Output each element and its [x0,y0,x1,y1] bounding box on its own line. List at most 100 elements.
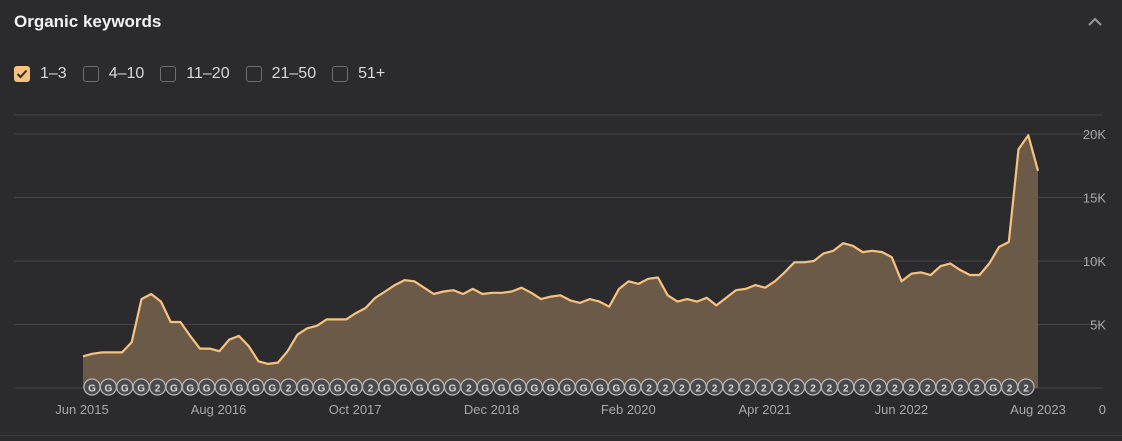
svg-text:2: 2 [892,384,898,395]
update-marker[interactable]: 2 [673,378,691,396]
svg-text:2: 2 [810,384,816,395]
svg-text:2: 2 [155,384,161,395]
update-marker[interactable]: G [132,378,150,396]
update-marker[interactable]: G [525,378,544,396]
x-tick-label: Jun 2015 [55,402,109,417]
y-tick-label: 5K [1090,318,1106,333]
svg-text:2: 2 [712,384,718,395]
update-marker[interactable]: G [558,378,576,396]
x-tick-label: Aug 2016 [191,402,247,417]
update-marker[interactable]: G [247,378,265,396]
svg-text:G: G [186,384,194,395]
svg-text:G: G [416,384,424,395]
update-marker[interactable]: 2 [640,378,658,396]
organic-keywords-chart[interactable]: GGGG2GGGGGGG2GGGG2GGGGG2GGGGGGGGGG222222… [0,0,1122,441]
svg-text:2: 2 [859,384,865,395]
update-marker[interactable]: G [99,378,117,396]
svg-text:G: G [596,384,604,395]
update-marker[interactable]: 2 [886,378,904,396]
update-marker[interactable]: G [230,378,249,396]
svg-text:2: 2 [958,384,964,395]
update-marker[interactable]: 2 [148,378,167,396]
update-marker[interactable]: G [427,378,445,396]
update-marker[interactable]: 2 [968,378,986,396]
update-marker[interactable]: 2 [820,378,838,396]
update-marker[interactable]: G [574,378,593,396]
svg-text:G: G [301,384,309,395]
update-marker[interactable]: G [378,378,396,396]
svg-text:G: G [203,384,211,395]
svg-text:G: G [481,384,489,395]
svg-text:G: G [104,384,112,395]
update-marker[interactable]: 2 [689,378,707,396]
update-marker[interactable]: 2 [951,378,970,396]
update-marker[interactable]: G [116,378,134,396]
svg-text:2: 2 [876,384,882,395]
update-marker[interactable]: 2 [787,378,806,396]
svg-text:G: G [514,384,522,395]
update-marker[interactable]: 2 [738,378,757,396]
update-marker[interactable]: 2 [869,378,888,396]
update-marker[interactable]: 2 [361,378,380,396]
svg-text:G: G [383,384,391,395]
update-marker[interactable]: 2 [771,378,789,396]
update-marker[interactable]: G [394,378,412,396]
svg-text:2: 2 [794,384,800,395]
x-tick-label: Feb 2020 [601,402,656,417]
update-marker[interactable]: G [198,378,216,396]
svg-text:G: G [268,384,276,395]
svg-text:G: G [88,384,96,395]
svg-text:G: G [629,384,637,395]
update-marker[interactable]: 2 [460,378,478,396]
update-marker[interactable]: 2 [656,378,675,396]
svg-text:2: 2 [728,384,734,395]
update-marker[interactable]: 2 [837,378,855,396]
y-tick-label: 15K [1083,191,1106,206]
update-marker[interactable]: G [263,378,281,396]
x-tick-label: Dec 2018 [464,402,520,417]
update-marker[interactable]: G [493,378,511,396]
update-marker[interactable]: 2 [1017,378,1035,396]
update-marker[interactable]: G [509,378,527,396]
update-marker[interactable]: G [542,378,560,396]
svg-text:2: 2 [695,384,701,395]
svg-text:2: 2 [646,384,652,395]
update-marker[interactable]: G [165,378,183,396]
update-marker[interactable]: G [607,378,625,396]
y-tick-label: 10K [1083,254,1106,269]
svg-text:2: 2 [663,384,669,395]
divider [0,435,1122,436]
update-marker[interactable]: G [443,378,462,396]
update-marker[interactable]: G [345,378,363,396]
update-marker[interactable]: 2 [853,378,871,396]
update-marker[interactable]: 2 [706,378,724,396]
update-marker[interactable]: G [591,378,609,396]
svg-text:G: G [350,384,358,395]
svg-text:2: 2 [925,384,931,395]
update-marker[interactable]: G [83,378,101,396]
update-marker[interactable]: 2 [1001,378,1019,396]
update-marker[interactable]: G [329,378,347,396]
update-marker[interactable]: G [181,378,199,396]
update-marker[interactable]: 2 [722,378,740,396]
update-marker[interactable]: G [624,378,642,396]
x-tick-label: Oct 2017 [329,402,382,417]
update-marker[interactable]: 2 [804,378,822,396]
update-marker[interactable]: 2 [935,378,953,396]
svg-text:2: 2 [1007,384,1013,395]
svg-text:2: 2 [974,384,980,395]
update-marker[interactable]: G [214,378,232,396]
update-marker[interactable]: 2 [755,378,773,396]
update-marker[interactable]: G [476,378,494,396]
svg-text:2: 2 [1023,384,1029,395]
update-marker[interactable]: 2 [919,378,937,396]
update-marker[interactable]: 2 [902,378,920,396]
update-marker[interactable]: G [312,378,331,396]
svg-text:G: G [236,384,244,395]
update-marker[interactable]: G [296,378,314,396]
update-marker[interactable]: G [984,378,1002,396]
x-tick-label: Aug 2023 [1010,402,1066,417]
update-marker[interactable]: G [411,378,429,396]
update-marker[interactable]: 2 [280,378,298,396]
svg-text:G: G [334,384,342,395]
